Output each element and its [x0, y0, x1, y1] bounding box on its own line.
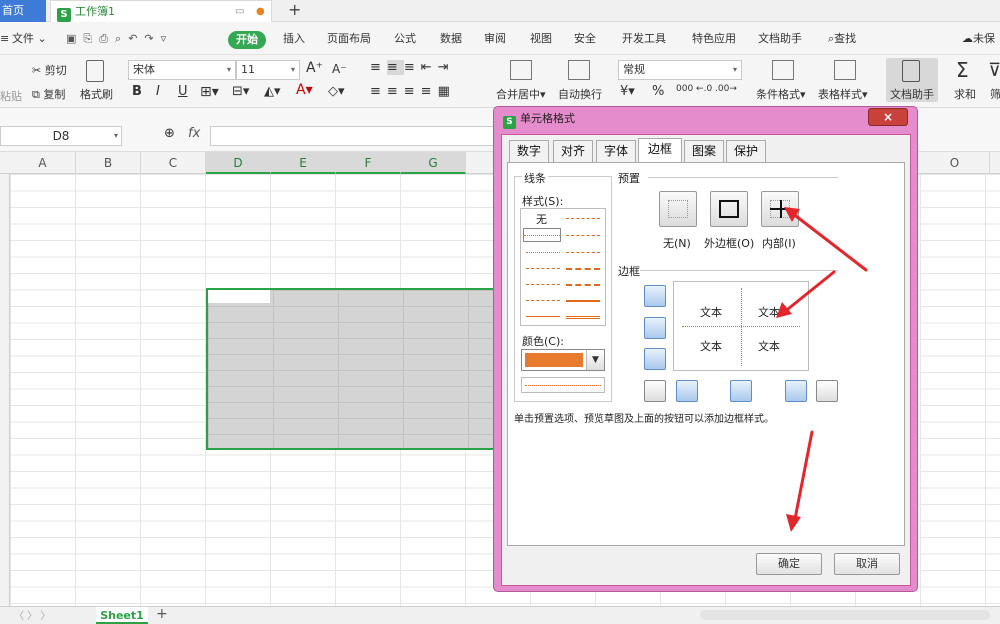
arrow-head — [776, 302, 792, 318]
arrow-head — [786, 514, 801, 532]
annotation-arrows — [776, 207, 868, 532]
arrow-to-inside-preset — [790, 211, 868, 272]
arrow-to-border-preview — [781, 270, 836, 315]
arrow-to-ok-button — [792, 430, 814, 526]
arrow-head — [784, 207, 800, 222]
